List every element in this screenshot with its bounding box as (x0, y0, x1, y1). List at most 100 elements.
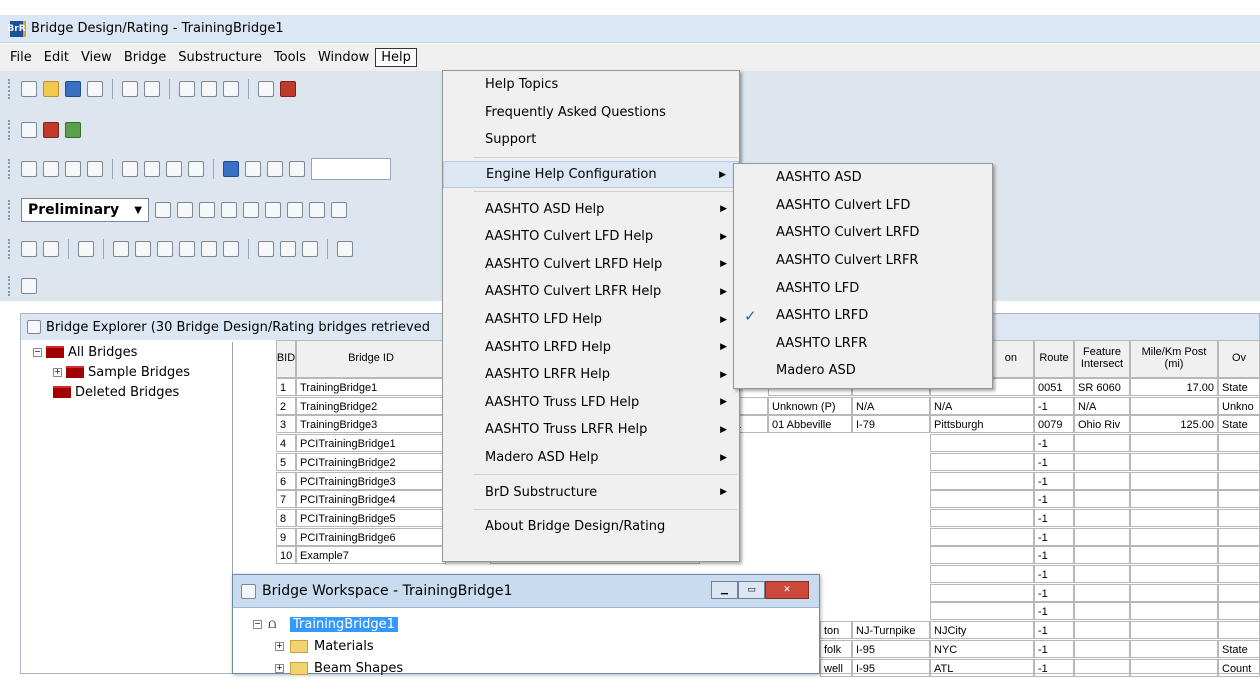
cell-milepost[interactable] (1130, 527, 1218, 546)
close-button[interactable]: ✕ (765, 581, 809, 599)
check-icon[interactable] (135, 241, 151, 257)
cell-route[interactable]: -1 (1034, 490, 1074, 509)
table2-icon[interactable] (113, 241, 129, 257)
cell-bridge-id[interactable]: PCITrainingBridge3 (296, 471, 446, 490)
cell-location[interactable]: Unknown (P) (768, 396, 852, 415)
cell-owner[interactable]: State (1218, 415, 1260, 434)
config-icon[interactable] (65, 122, 81, 138)
grid-icon[interactable] (287, 202, 303, 218)
menu-view[interactable]: View (75, 48, 118, 67)
cell-location[interactable]: 01 Abbeville (768, 415, 852, 434)
cell-bridge-id[interactable]: TrainingBridge2 (296, 396, 446, 415)
cell-city[interactable]: Pittsburgh (930, 415, 1034, 434)
new-file-icon[interactable] (21, 81, 37, 97)
expand-icon[interactable]: + (275, 641, 284, 651)
cell-milepost[interactable] (1130, 434, 1218, 453)
cell-city[interactable] (930, 565, 1034, 583)
cell-city[interactable] (930, 434, 1034, 453)
maximize-button[interactable]: ▭ (738, 581, 765, 599)
cell-bridge-id[interactable]: PCITrainingBridge4 (296, 490, 446, 509)
cell-city[interactable]: NYC (930, 639, 1034, 658)
menu-item-support[interactable]: Support (443, 126, 739, 154)
cell-owner[interactable] (1218, 621, 1260, 640)
cell-milepost[interactable] (1130, 621, 1218, 640)
cell-bridge-id[interactable]: PCITrainingBridge6 (296, 527, 446, 546)
menu-item-aashto-lrfd-help[interactable]: AASHTO LRFD Help ▶ (443, 333, 739, 361)
cell-facility[interactable]: I-95 (852, 639, 930, 658)
cell-milepost[interactable] (1130, 508, 1218, 527)
cell-feature[interactable] (1074, 452, 1130, 471)
edit-icon[interactable] (309, 202, 325, 218)
menu-item-aashto-lrfr-help[interactable]: AASHTO LRFR Help ▶ (443, 361, 739, 389)
cell-route[interactable]: -1 (1034, 471, 1074, 490)
view-icon[interactable] (331, 202, 347, 218)
cell-city[interactable] (930, 471, 1034, 490)
cell-owner[interactable]: State (1218, 378, 1260, 396)
cell-owner[interactable] (1218, 602, 1260, 621)
cell-milepost[interactable] (1130, 490, 1218, 509)
chevron-down-icon[interactable]: ▼ (134, 205, 142, 216)
properties-icon[interactable] (87, 81, 103, 97)
bridge-icon[interactable] (122, 81, 138, 97)
cell-feature[interactable] (1074, 602, 1130, 621)
submenu-item-aashto-lfd[interactable]: AASHTO LFD (734, 274, 992, 302)
menu-item-aashto-asd-help[interactable]: AASHTO ASD Help ▶ (443, 195, 739, 223)
workspace-node-bridge[interactable]: − ⩍ TrainingBridge1 (253, 613, 403, 635)
schematic-icon[interactable] (21, 161, 37, 177)
submenu-item-madero-asd[interactable]: Madero ASD (734, 357, 992, 385)
column-header-bridge-id[interactable]: Bridge ID (296, 340, 446, 378)
workspace-node-beam-shapes[interactable]: + Beam Shapes (253, 657, 403, 679)
cell-milepost[interactable] (1130, 546, 1218, 565)
minimize-button[interactable]: ▁ (711, 581, 738, 599)
chart-icon[interactable] (223, 241, 239, 257)
cell-route[interactable]: -1 (1034, 565, 1074, 583)
cell-owner[interactable] (1218, 508, 1260, 527)
cell-route[interactable]: -1 (1034, 527, 1074, 546)
cell-feature[interactable] (1074, 471, 1130, 490)
cell-route[interactable]: -1 (1034, 639, 1074, 658)
toolbar-grip[interactable] (8, 159, 11, 179)
cell-facility[interactable]: NJ-Turnpike (852, 621, 930, 640)
cell-milepost[interactable]: 17.00 (1130, 378, 1218, 396)
tree-node-deleted-bridges[interactable]: Deleted Bridges (33, 382, 232, 402)
cell-route[interactable]: -1 (1034, 434, 1074, 453)
column-header-bid[interactable]: BID (276, 340, 296, 378)
submenu-item-aashto-culvert-lrfd[interactable]: AASHTO Culvert LRFD (734, 219, 992, 247)
cell-bid[interactable]: 4 (276, 434, 296, 453)
doc-icon[interactable] (43, 241, 59, 257)
menu-item-engine-help-configuration[interactable]: Engine Help Configuration ▶ (443, 160, 739, 189)
toolbar-grip[interactable] (8, 120, 11, 140)
clip-icon[interactable] (267, 161, 283, 177)
workspace-titlebar[interactable]: Bridge Workspace - TrainingBridge1 ▁ ▭ ✕ (233, 575, 819, 608)
find-icon[interactable] (122, 161, 138, 177)
cell-city[interactable] (930, 490, 1034, 509)
open-folder-icon[interactable] (43, 81, 59, 97)
cell-route[interactable]: 0079 (1034, 415, 1074, 434)
submenu-item-aashto-asd[interactable]: AASHTO ASD (734, 164, 992, 192)
spans-icon[interactable] (201, 241, 217, 257)
all-icon[interactable] (166, 161, 182, 177)
cell-feature[interactable] (1074, 565, 1130, 583)
cell-feature[interactable]: N/A (1074, 396, 1130, 415)
cell-owner[interactable] (1218, 490, 1260, 509)
eraser-icon[interactable] (280, 81, 296, 97)
cell-bridge-id[interactable]: PCITrainingBridge1 (296, 434, 446, 453)
cell-owner[interactable] (1218, 583, 1260, 602)
cell-city[interactable] (930, 602, 1034, 621)
menu-item-aashto-lfd-help[interactable]: AASHTO LFD Help ▶ (443, 306, 739, 334)
cell-milepost[interactable]: 125.00 (1130, 415, 1218, 434)
submenu-item-aashto-culvert-lrfr[interactable]: AASHTO Culvert LRFR (734, 247, 992, 275)
cell-feature[interactable] (1074, 508, 1130, 527)
window-icon[interactable] (21, 278, 37, 294)
cell-bridge-id[interactable]: Example7 (296, 546, 446, 565)
review-icon[interactable] (157, 241, 173, 257)
spec-table-icon[interactable] (65, 161, 81, 177)
load-icon[interactable] (221, 202, 237, 218)
collapse-icon[interactable]: − (253, 619, 262, 629)
cross-section-icon[interactable] (177, 202, 193, 218)
library-icon[interactable] (43, 122, 59, 138)
workspace-node-materials[interactable]: + Materials (253, 635, 403, 657)
menu-edit[interactable]: Edit (38, 48, 75, 67)
cell-bid[interactable]: 1 (276, 378, 296, 396)
menu-item-madero-asd-help[interactable]: Madero ASD Help ▶ (443, 444, 739, 472)
